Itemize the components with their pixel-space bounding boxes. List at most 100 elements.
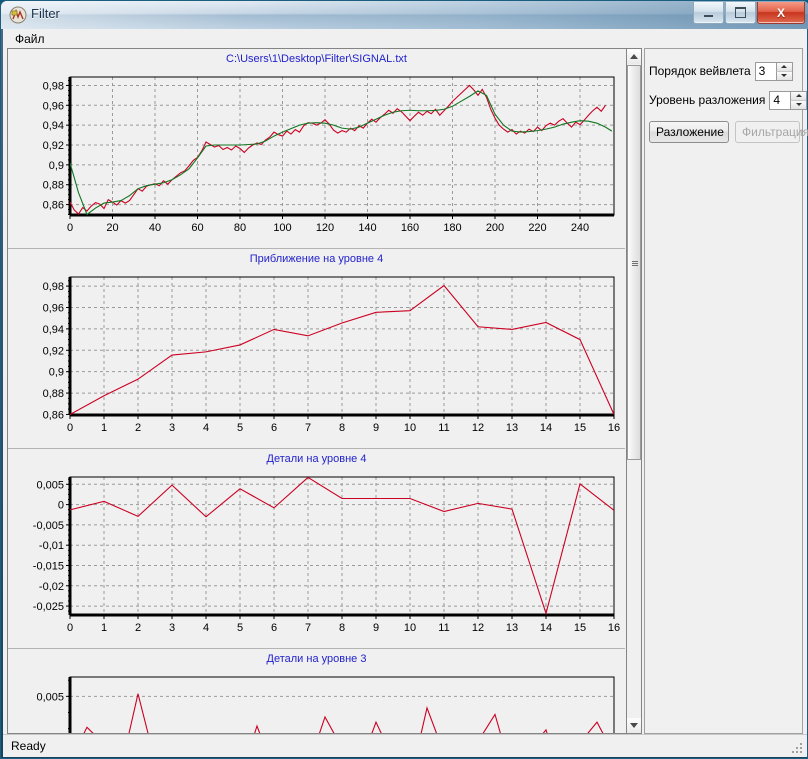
chart-panel-2: Детали на уровне 4-0,025-0,02-0,015-0,01… xyxy=(8,449,625,649)
triangle-down-icon xyxy=(781,74,787,77)
svg-text:4: 4 xyxy=(203,622,209,634)
svg-text:10: 10 xyxy=(404,422,416,434)
svg-text:200: 200 xyxy=(486,222,504,234)
chart-plot-2: -0,025-0,02-0,015-0,01-0,00500,005012345… xyxy=(8,467,625,649)
wavelet-order-decrement-button[interactable] xyxy=(776,72,792,80)
svg-text:-0,02: -0,02 xyxy=(39,581,64,593)
svg-text:-0,005: -0,005 xyxy=(33,520,64,532)
decomposition-level-stepper[interactable] xyxy=(769,91,807,110)
status-bar: Ready xyxy=(3,734,807,757)
svg-text:0,96: 0,96 xyxy=(43,302,64,314)
vertical-scrollbar[interactable] xyxy=(626,48,642,734)
decomposition-level-spin-buttons[interactable] xyxy=(790,92,806,109)
chart-plot-0: 0,860,880,90,920,940,960,980204060801001… xyxy=(8,67,625,249)
svg-text:15: 15 xyxy=(574,622,586,634)
svg-text:13: 13 xyxy=(506,422,518,434)
wavelet-order-row: Порядок вейвлета xyxy=(649,61,793,81)
svg-text:60: 60 xyxy=(191,222,203,234)
svg-text:7: 7 xyxy=(305,422,311,434)
minimize-icon xyxy=(694,2,723,23)
svg-text:0,88: 0,88 xyxy=(43,388,64,400)
triangle-up-icon xyxy=(781,65,787,68)
svg-text:0,94: 0,94 xyxy=(43,324,64,336)
svg-text:15: 15 xyxy=(574,422,586,434)
svg-text:0: 0 xyxy=(58,500,64,512)
svg-text:0,98: 0,98 xyxy=(43,281,64,293)
plot-scroll-pane: C:\Users\1\Desktop\Filter\SIGNAL.txt 0,86… xyxy=(7,48,626,734)
app-window: Filter X Файл C:\Users\1\Desktop\Filter\… xyxy=(0,0,808,759)
wavelet-order-spin-buttons[interactable] xyxy=(776,63,792,80)
wavelet-order-stepper[interactable] xyxy=(755,62,793,81)
svg-text:0: 0 xyxy=(67,222,73,234)
chart-panel-0: C:\Users\1\Desktop\Filter\SIGNAL.txt 0,86… xyxy=(8,49,625,249)
decompose-button[interactable]: Разложение xyxy=(649,121,729,143)
svg-text:100: 100 xyxy=(273,222,291,234)
wavelet-order-label: Порядок вейвлета xyxy=(649,64,751,78)
wavelet-order-increment-button[interactable] xyxy=(776,63,792,72)
client-area: C:\Users\1\Desktop\Filter\SIGNAL.txt 0,86… xyxy=(3,48,807,734)
svg-text:9: 9 xyxy=(373,422,379,434)
svg-text:12: 12 xyxy=(472,622,484,634)
resize-grip-icon[interactable] xyxy=(790,741,804,755)
scroll-down-button[interactable] xyxy=(627,718,641,733)
maximize-button[interactable] xyxy=(725,2,756,24)
chart-panel-1: Приближение на уровне 40,860,880,90,920,… xyxy=(8,249,625,449)
svg-text:0,96: 0,96 xyxy=(43,100,64,112)
svg-text:16: 16 xyxy=(608,422,620,434)
scrollbar-thumb[interactable] xyxy=(627,65,641,460)
scroll-up-button[interactable] xyxy=(627,49,641,64)
svg-text:80: 80 xyxy=(234,222,246,234)
triangle-up-icon xyxy=(796,94,802,97)
chart-title-3: Детали на уровне 3 xyxy=(8,653,625,665)
minimize-button[interactable] xyxy=(693,2,724,24)
status-text: Ready xyxy=(11,739,46,753)
app-icon xyxy=(9,6,27,24)
svg-text:2: 2 xyxy=(135,622,141,634)
control-panel: Порядок вейвлета Уровень разложения xyxy=(644,48,803,734)
svg-text:180: 180 xyxy=(443,222,461,234)
svg-text:0,86: 0,86 xyxy=(43,200,64,212)
menu-item-file[interactable]: Файл xyxy=(9,31,51,47)
close-icon: X xyxy=(758,2,804,23)
svg-text:0,9: 0,9 xyxy=(49,160,64,172)
svg-text:0: 0 xyxy=(67,422,73,434)
chart-panel-3: Детали на уровне 300,005 xyxy=(8,649,625,734)
svg-text:1: 1 xyxy=(101,422,107,434)
svg-text:0,94: 0,94 xyxy=(43,120,64,132)
chart-title-0: C:\Users\1\Desktop\Filter\SIGNAL.txt xyxy=(8,53,625,65)
close-button[interactable]: X xyxy=(757,2,805,24)
svg-text:10: 10 xyxy=(404,622,416,634)
svg-text:6: 6 xyxy=(271,422,277,434)
svg-text:1: 1 xyxy=(101,622,107,634)
decomposition-level-row: Уровень разложения xyxy=(649,90,807,110)
svg-text:3: 3 xyxy=(169,622,175,634)
svg-text:8: 8 xyxy=(339,622,345,634)
svg-text:12: 12 xyxy=(472,422,484,434)
svg-text:0: 0 xyxy=(67,622,73,634)
window-title: Filter xyxy=(31,6,60,21)
svg-text:14: 14 xyxy=(540,422,552,434)
decomposition-level-increment-button[interactable] xyxy=(790,92,806,101)
chart-title-2: Детали на уровне 4 xyxy=(8,453,625,465)
chart-plot-1: 0,860,880,90,920,940,960,980123456789101… xyxy=(8,267,625,449)
filter-button[interactable]: Фильтрация xyxy=(735,121,800,143)
svg-text:16: 16 xyxy=(608,622,620,634)
svg-text:0,88: 0,88 xyxy=(43,180,64,192)
svg-text:11: 11 xyxy=(438,422,449,434)
svg-text:0,92: 0,92 xyxy=(43,345,64,357)
svg-text:-0,025: -0,025 xyxy=(33,601,64,613)
svg-text:6: 6 xyxy=(271,622,277,634)
svg-text:140: 140 xyxy=(358,222,376,234)
svg-text:160: 160 xyxy=(401,222,419,234)
svg-text:4: 4 xyxy=(203,422,209,434)
svg-text:8: 8 xyxy=(339,422,345,434)
svg-text:2: 2 xyxy=(135,422,141,434)
svg-text:220: 220 xyxy=(528,222,546,234)
title-bar: Filter X xyxy=(1,1,808,29)
menu-bar: Файл xyxy=(3,29,807,49)
chevron-up-icon xyxy=(630,54,638,59)
svg-text:40: 40 xyxy=(149,222,161,234)
decomposition-level-decrement-button[interactable] xyxy=(790,101,806,109)
svg-text:14: 14 xyxy=(540,622,552,634)
svg-text:120: 120 xyxy=(316,222,334,234)
